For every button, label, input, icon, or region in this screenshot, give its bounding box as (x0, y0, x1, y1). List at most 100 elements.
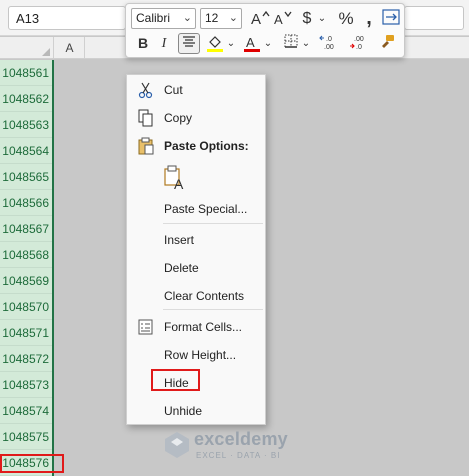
row-header[interactable]: 1048563 (0, 112, 52, 138)
italic-icon: I (161, 36, 167, 51)
watermark-tagline: EXCEL · DATA · BI (196, 451, 281, 460)
menu-item-label: Insert (164, 233, 195, 247)
paintbrush-icon (382, 35, 394, 48)
decrease-decimal-button[interactable]: .00.0 (347, 33, 373, 54)
selection-border (52, 60, 54, 476)
row-header[interactable]: 1048572 (0, 346, 52, 372)
menu-item-delete[interactable]: Delete (127, 255, 265, 281)
select-all-triangle-icon (42, 48, 50, 56)
svg-text:A: A (274, 12, 283, 27)
chevron-down-icon: ⌄ (226, 38, 236, 49)
row-header[interactable]: 1048568 (0, 242, 52, 268)
menu-item-label: Paste Special... (164, 202, 248, 216)
menu-item-paste-special[interactable]: Paste Special... (127, 196, 265, 222)
chevron-down-icon: ⌄ (317, 13, 327, 24)
mini-toolbar: Calibri ⌄ 12 ⌄ A A $ ⌄ % , B I ⌄ A ⌄ ⌄ .… (125, 3, 405, 58)
row-header[interactable]: 1048565 (0, 164, 52, 190)
svg-text:.00: .00 (324, 44, 334, 51)
select-all-corner[interactable] (0, 37, 54, 59)
menu-item-row-height[interactable]: Row Height... (127, 342, 265, 368)
menu-item-label: Format Cells... (164, 320, 243, 334)
row-header[interactable]: 1048570 (0, 294, 52, 320)
svg-text:.0: .0 (326, 36, 332, 43)
chevron-down-icon: ⌄ (182, 12, 192, 24)
svg-text:.0: .0 (356, 44, 362, 51)
menu-item-label: Unhide (164, 404, 203, 418)
comma-style-button[interactable]: , (361, 8, 377, 29)
menu-item-label: Paste Options: (164, 139, 249, 153)
row-header[interactable]: 1048561 (0, 60, 52, 86)
font-size-value: 12 (205, 11, 219, 25)
bold-button[interactable]: B (135, 33, 151, 54)
row-header[interactable]: 1048562 (0, 86, 52, 112)
increase-decimal-button[interactable]: .0.00 (317, 33, 343, 54)
menu-item-copy[interactable]: Copy (127, 105, 265, 131)
chevron-down-icon: ⌄ (228, 12, 238, 24)
currency-format-button[interactable]: $ (297, 8, 317, 29)
menu-item-unhide[interactable]: Unhide (127, 398, 265, 424)
menu-separator (163, 223, 263, 224)
format-cells-icon (138, 319, 153, 335)
row-header[interactable]: 1048575 (0, 424, 52, 450)
svg-text:A: A (246, 35, 255, 50)
row-header[interactable]: 1048571 (0, 320, 52, 346)
row-header[interactable]: 1048564 (0, 138, 52, 164)
align-center-button[interactable] (178, 33, 200, 54)
svg-text:.00: .00 (354, 36, 364, 43)
menu-item-cut[interactable]: Cut (127, 77, 265, 103)
exceldemy-watermark: exceldemy EXCEL · DATA · BI (162, 428, 312, 464)
dollar-icon: $ (302, 10, 312, 27)
watermark-name: exceldemy (194, 429, 288, 449)
chevron-down-icon: ⌄ (301, 38, 311, 49)
row-header[interactable]: 1048566 (0, 190, 52, 216)
decrease-font-size-button[interactable]: A (273, 8, 293, 29)
row-headers: 1048561 1048562 1048563 1048564 1048565 … (0, 60, 54, 476)
chevron-down-icon: ⌄ (263, 38, 273, 49)
menu-item-format-cells[interactable]: Format Cells... (127, 314, 265, 340)
decrease-font-icon: A (274, 11, 292, 27)
row-header[interactable]: 1048573 (0, 372, 52, 398)
menu-item-label: Clear Contents (164, 289, 245, 303)
name-box[interactable]: A13 (8, 6, 126, 30)
fill-color-dropdown[interactable]: ⌄ (226, 33, 236, 54)
menu-item-clear-contents[interactable]: Clear Contents (127, 283, 265, 309)
font-color-button[interactable]: A (242, 33, 262, 54)
format-painter-button[interactable] (377, 33, 397, 54)
row-header[interactable]: 1048567 (0, 216, 52, 242)
increase-font-size-button[interactable]: A (250, 8, 270, 29)
svg-text:A: A (174, 176, 184, 191)
menu-separator (163, 309, 263, 310)
exceldemy-logo-icon (165, 432, 189, 458)
menu-item-label: Delete (164, 261, 199, 275)
borders-button[interactable] (281, 33, 301, 54)
currency-dropdown-arrow[interactable]: ⌄ (317, 8, 327, 29)
formula-input[interactable] (404, 6, 464, 30)
column-header-a[interactable]: A (55, 37, 85, 59)
wrap-text-button[interactable] (381, 8, 401, 29)
scissors-icon (138, 82, 153, 99)
font-name-dropdown[interactable]: Calibri ⌄ (131, 8, 196, 29)
italic-button[interactable]: I (157, 33, 171, 54)
font-color-icon: A (244, 35, 260, 52)
increase-decimal-icon: .0.00 (319, 35, 334, 51)
percent-icon: % (338, 9, 354, 28)
menu-item-label: Copy (164, 111, 193, 125)
font-size-dropdown[interactable]: 12 ⌄ (200, 8, 242, 29)
paste-clipboard-icon: A (164, 165, 184, 191)
font-name-value: Calibri (136, 11, 171, 25)
fill-color-button[interactable] (205, 33, 225, 54)
wrap-text-icon (382, 9, 400, 25)
menu-item-insert[interactable]: Insert (127, 227, 265, 253)
borders-icon (284, 34, 298, 48)
menu-item-label: Row Height... (164, 348, 237, 362)
row-header[interactable]: 1048569 (0, 268, 52, 294)
decrease-decimal-icon: .00.0 (350, 36, 364, 51)
hide-highlight-box (151, 369, 200, 391)
increase-font-icon: A (251, 10, 270, 28)
last-row-highlight-box (0, 454, 64, 473)
percent-style-button[interactable]: % (335, 8, 357, 29)
font-color-dropdown[interactable]: ⌄ (263, 33, 273, 54)
row-header[interactable]: 1048574 (0, 398, 52, 424)
borders-dropdown[interactable]: ⌄ (301, 33, 311, 54)
paste-option-keep-formatting[interactable]: A (127, 163, 265, 195)
